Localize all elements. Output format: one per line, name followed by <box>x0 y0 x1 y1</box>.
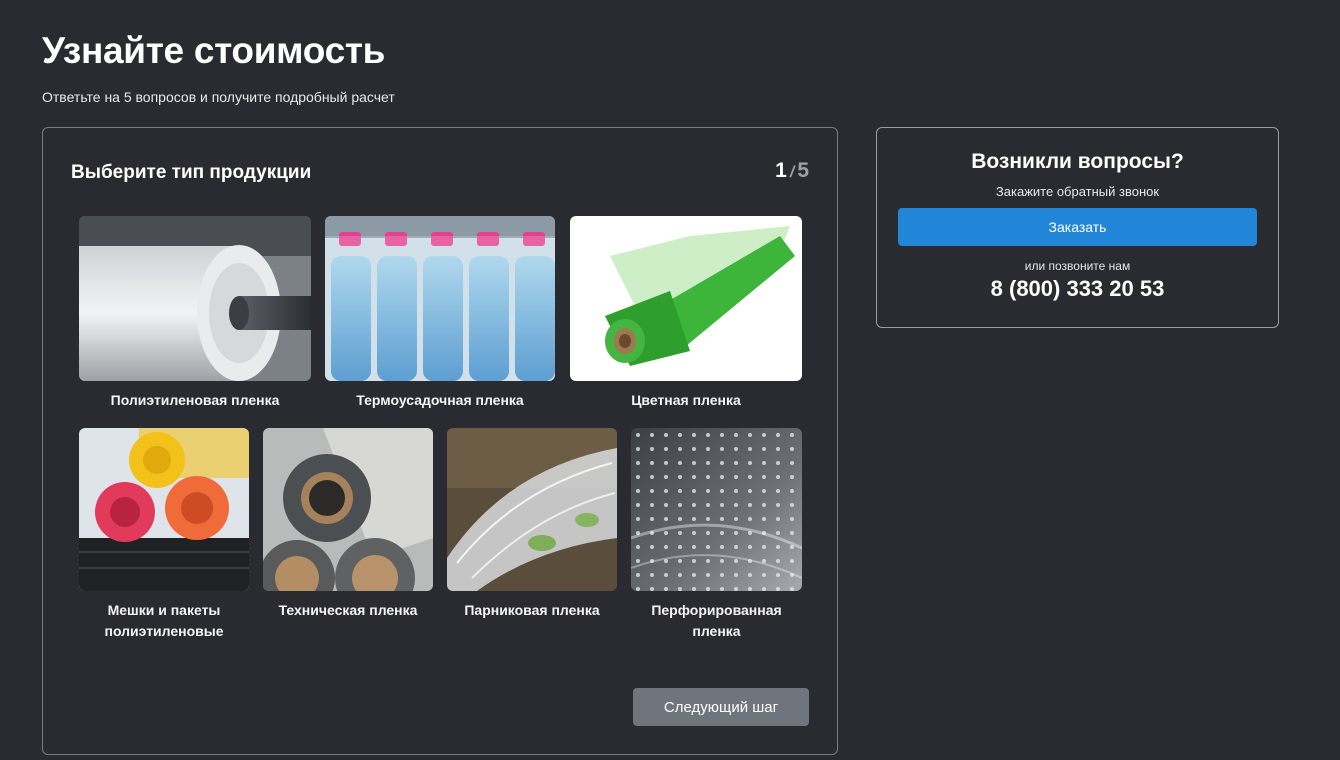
option-bags[interactable]: Мешки и пакеты полиэтиленовые <box>79 428 249 642</box>
quiz-panel: Выберите тип продукции 1/5 Полиэтиленова… <box>42 127 838 755</box>
option-greenhouse-film[interactable]: Парниковая пленка <box>447 428 617 621</box>
technical-rolls-image <box>263 428 433 591</box>
step-counter: 1/5 <box>775 159 809 183</box>
help-title: Возникли вопросы? <box>971 150 1184 173</box>
option-label: Мешки и пакеты полиэтиленовые <box>104 602 224 639</box>
colored-bags-image <box>79 428 249 591</box>
green-film-roll-image <box>570 216 802 381</box>
next-step-button[interactable]: Следующий шаг <box>633 688 809 726</box>
film-roll-image <box>79 216 311 381</box>
step-current: 1 <box>775 159 787 182</box>
page-title: Узнайте стоимость <box>42 30 386 71</box>
option-perforated-film[interactable]: Перфорированная пленка <box>631 428 802 642</box>
option-shrink-film[interactable]: Термоусадочная пленка <box>325 216 555 411</box>
option-polyethylene-film[interactable]: Полиэтиленовая пленка <box>79 216 311 411</box>
option-technical-film[interactable]: Техническая пленка <box>263 428 433 621</box>
option-label: Техническая пленка <box>278 602 418 618</box>
option-label: Парниковая пленка <box>464 602 600 618</box>
call-text: или позвоните нам <box>1024 259 1131 273</box>
step-total: 5 <box>797 159 809 182</box>
greenhouse-tunnel-image <box>447 428 617 591</box>
phone-number[interactable]: 8 (800) 333 20 53 <box>877 276 1278 302</box>
question-title: Выберите тип продукции <box>71 162 312 183</box>
option-label: Цветная пленка <box>631 392 741 408</box>
option-label: Термоусадочная пленка <box>356 392 524 408</box>
step-separator: / <box>789 164 795 181</box>
page-subtitle: Ответьте на 5 вопросов и получите подроб… <box>42 89 395 105</box>
option-label: Перфорированная пленка <box>651 602 782 639</box>
option-label: Полиэтиленовая пленка <box>110 392 280 408</box>
perforated-film-image <box>631 428 802 591</box>
option-colored-film[interactable]: Цветная пленка <box>570 216 802 411</box>
help-subtitle: Закажите обратный звонок <box>995 184 1160 199</box>
callback-panel: Возникли вопросы? Закажите обратный звон… <box>876 127 1279 328</box>
order-call-button[interactable]: Заказать <box>898 208 1257 246</box>
bottles-shrink-wrap-image <box>325 216 555 381</box>
